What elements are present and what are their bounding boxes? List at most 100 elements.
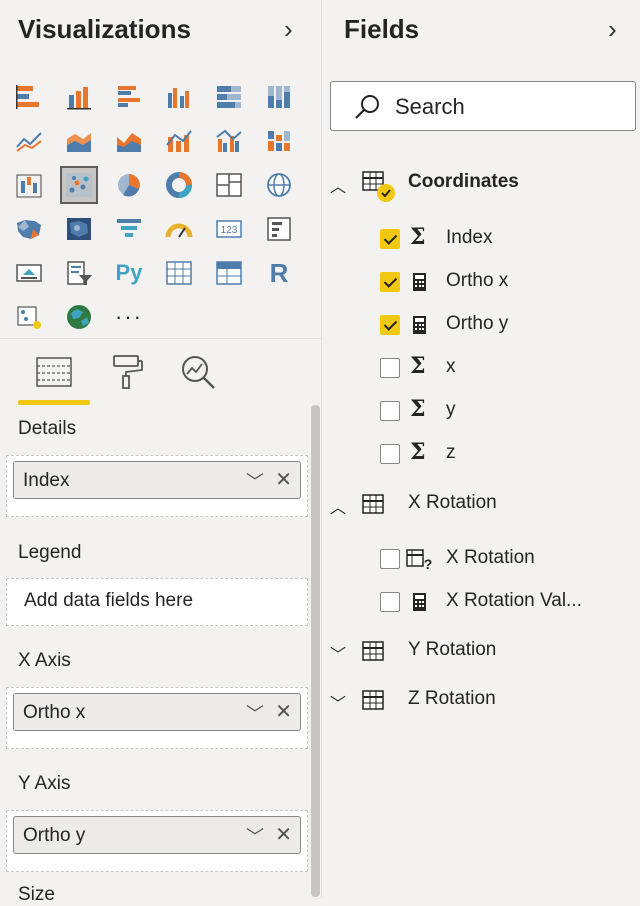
treemap-icon[interactable] — [212, 168, 246, 202]
tab-fields[interactable] — [30, 350, 78, 394]
line-and-stacked-column-chart-icon[interactable] — [162, 124, 196, 158]
field-checkbox[interactable] — [380, 358, 400, 378]
scatter-chart-icon[interactable] — [60, 166, 98, 204]
checked-badge-icon — [377, 184, 395, 202]
kpi-icon[interactable] — [12, 256, 46, 290]
field-checkbox[interactable] — [380, 549, 400, 569]
collapse-chevron-up-icon[interactable]: ︿ — [330, 494, 346, 518]
legend-well[interactable]: Add data fields here — [6, 578, 308, 626]
field-row[interactable]: Σ x — [380, 350, 630, 386]
arcgis-map-icon[interactable] — [62, 300, 96, 334]
calculator-measure-icon — [413, 593, 426, 611]
field-name: X Rotation — [446, 547, 535, 568]
stacked-area-chart-icon[interactable] — [112, 124, 146, 158]
field-checkbox[interactable] — [380, 315, 400, 335]
tab-format[interactable] — [102, 350, 150, 394]
waterfall-chart-icon[interactable] — [12, 168, 46, 202]
active-tab-indicator — [18, 400, 90, 405]
field-row[interactable]: Σ z — [380, 436, 630, 472]
donut-chart-icon[interactable] — [162, 168, 196, 202]
gauge-icon[interactable] — [162, 212, 196, 246]
filled-map-icon[interactable] — [12, 212, 46, 246]
python-visual-icon[interactable]: Py — [112, 256, 146, 290]
tab-analytics[interactable] — [174, 350, 222, 394]
expand-chevron-down-icon[interactable]: ﹀ — [330, 690, 346, 714]
field-row[interactable]: ? X Rotation — [380, 541, 630, 577]
field-row[interactable]: Ortho y — [380, 307, 630, 343]
fields-search-input[interactable]: Search — [330, 81, 636, 131]
100-stacked-column-chart-icon[interactable] — [262, 80, 296, 114]
pie-chart-icon[interactable] — [112, 168, 146, 202]
details-well-label: Details — [18, 418, 77, 439]
search-placeholder: Search — [395, 94, 465, 119]
table-icon — [362, 494, 384, 514]
remove-field-close-icon[interactable]: ✕ — [275, 699, 292, 724]
key-influencers-icon[interactable] — [12, 300, 46, 334]
chevron-down-icon[interactable]: ﹀ — [246, 700, 264, 726]
table-name: X Rotation — [408, 492, 497, 513]
stacked-column-chart-icon[interactable] — [62, 80, 96, 114]
table-coordinates[interactable]: ︿ Coordinates — [328, 165, 638, 202]
field-name: Ortho x — [446, 270, 509, 291]
ribbon-chart-icon[interactable] — [262, 124, 296, 158]
field-checkbox[interactable] — [380, 592, 400, 612]
field-checkbox[interactable] — [380, 401, 400, 421]
table-icon — [362, 690, 384, 710]
table-name: Y Rotation — [408, 639, 497, 660]
clustered-column-chart-icon[interactable] — [162, 80, 196, 114]
details-well[interactable]: Index ﹀ ✕ — [6, 455, 308, 517]
multi-row-card-icon[interactable] — [262, 212, 296, 246]
paint-roller-icon — [113, 355, 143, 389]
field-row[interactable]: Σ y — [380, 393, 630, 429]
y-axis-well[interactable]: Ortho y ﹀ ✕ — [6, 810, 308, 872]
analytics-magnifier-icon — [182, 356, 215, 389]
y-axis-field-pill[interactable]: Ortho y ﹀ ✕ — [13, 816, 301, 854]
collapse-fields-chevron-right-icon[interactable]: › — [608, 14, 617, 45]
fields-well-icon — [36, 357, 72, 387]
field-row[interactable]: X Rotation Val... — [380, 584, 630, 620]
table-x-rotation[interactable]: ︿ X Rotation — [328, 486, 638, 522]
line-and-clustered-column-chart-icon[interactable] — [212, 124, 246, 158]
x-axis-field-name: Ortho x — [23, 702, 86, 723]
sigma-icon: Σ — [410, 396, 426, 422]
x-axis-field-pill[interactable]: Ortho x ﹀ ✕ — [13, 693, 301, 731]
legend-well-label: Legend — [18, 542, 82, 563]
field-checkbox[interactable] — [380, 229, 400, 249]
r-visual-icon[interactable]: R — [262, 256, 296, 290]
calculator-measure-icon — [413, 316, 426, 334]
100-stacked-bar-chart-icon[interactable] — [212, 80, 246, 114]
card-icon[interactable]: 123 — [212, 212, 246, 246]
stacked-bar-chart-icon[interactable] — [12, 80, 46, 114]
table-z-rotation[interactable]: ﹀ Z Rotation — [328, 682, 638, 718]
collapse-visualizations-chevron-right-icon[interactable]: › — [284, 14, 293, 45]
expand-chevron-down-icon[interactable]: ﹀ — [330, 641, 346, 665]
matrix-icon[interactable] — [212, 256, 246, 290]
x-axis-well-label: X Axis — [18, 650, 71, 671]
table-y-rotation[interactable]: ﹀ Y Rotation — [328, 633, 638, 669]
field-name: Index — [446, 227, 493, 248]
slicer-icon[interactable] — [62, 256, 96, 290]
remove-field-close-icon[interactable]: ✕ — [275, 467, 292, 492]
chevron-down-icon[interactable]: ﹀ — [246, 468, 264, 494]
area-chart-icon[interactable] — [62, 124, 96, 158]
field-row[interactable]: Ortho x — [380, 264, 630, 300]
clustered-bar-chart-icon[interactable] — [112, 80, 146, 114]
details-field-pill[interactable]: Index ﹀ ✕ — [13, 461, 301, 499]
funnel-icon[interactable] — [112, 212, 146, 246]
more-visuals-icon[interactable]: ··· — [112, 300, 146, 334]
wells-scrollbar[interactable] — [311, 405, 320, 897]
collapse-chevron-up-icon[interactable]: ︿ — [330, 173, 346, 197]
field-checkbox[interactable] — [380, 272, 400, 292]
field-checkbox[interactable] — [380, 444, 400, 464]
line-chart-icon[interactable] — [12, 124, 46, 158]
shape-map-icon[interactable] — [62, 212, 96, 246]
x-axis-well[interactable]: Ortho x ﹀ ✕ — [6, 687, 308, 749]
table-icon[interactable] — [162, 256, 196, 290]
remove-field-close-icon[interactable]: ✕ — [275, 822, 292, 847]
field-row[interactable]: Σ Index — [380, 221, 630, 257]
search-icon — [355, 95, 379, 119]
map-icon[interactable] — [262, 168, 296, 202]
table-name: Z Rotation — [408, 688, 496, 709]
chevron-down-icon[interactable]: ﹀ — [246, 823, 264, 849]
calculator-measure-icon — [413, 273, 426, 291]
